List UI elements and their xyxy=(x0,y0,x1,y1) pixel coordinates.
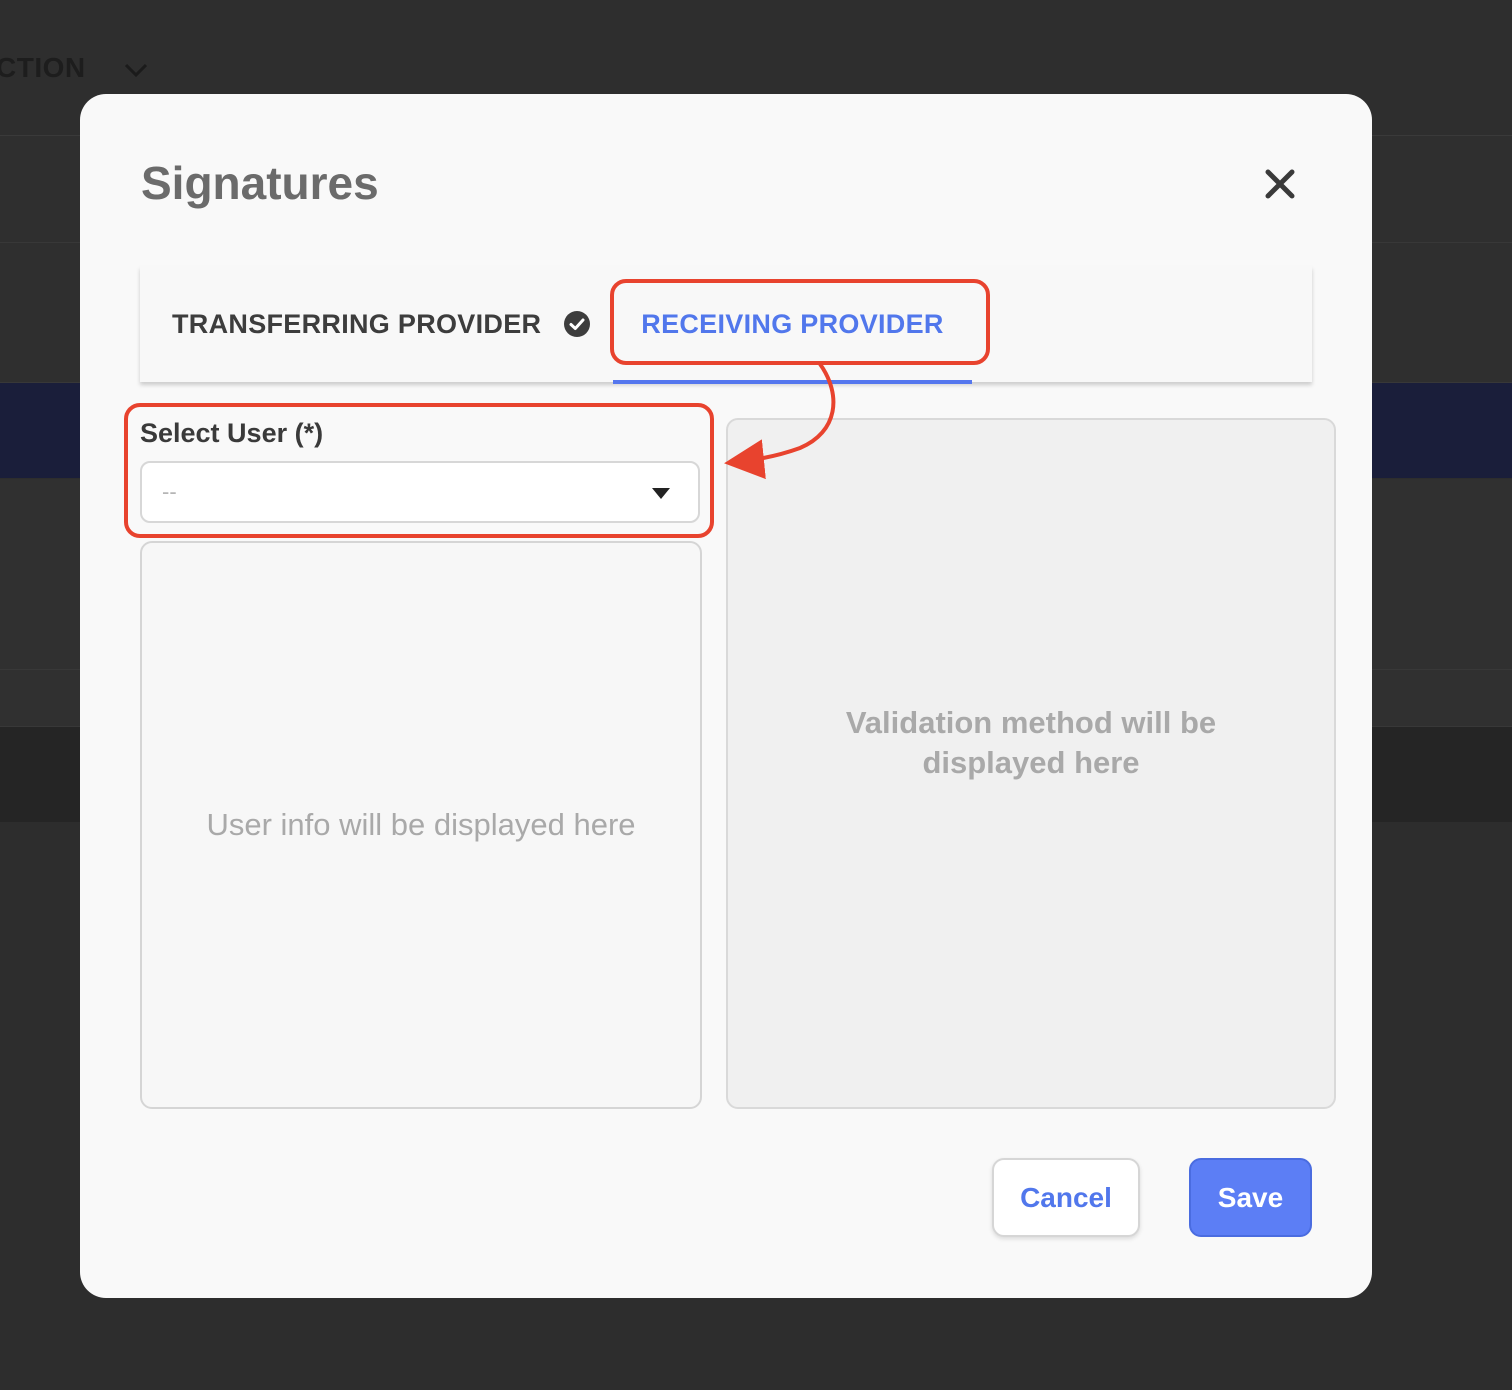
select-user-value: -- xyxy=(162,479,177,504)
chevron-down-icon xyxy=(124,58,148,82)
active-tab-indicator xyxy=(613,380,972,384)
tab-transferring-provider[interactable]: TRANSFERRING PROVIDER xyxy=(172,266,591,382)
caret-down-icon xyxy=(652,487,670,499)
modal-title: Signatures xyxy=(141,157,379,209)
select-user-dropdown[interactable]: -- xyxy=(140,461,700,523)
user-info-placeholder: User info will be displayed here xyxy=(206,807,636,842)
check-circle-icon xyxy=(563,310,591,338)
signatures-modal: Signatures TRANSFERRING PROVIDER RECEIVI… xyxy=(80,94,1372,1298)
close-button[interactable] xyxy=(1260,166,1300,206)
provider-tabs: TRANSFERRING PROVIDER RECEIVING PROVIDER xyxy=(140,266,1312,384)
tab-receiving-provider[interactable]: RECEIVING PROVIDER xyxy=(613,266,972,382)
validation-placeholder: Validation method will be displayed here xyxy=(845,704,1217,780)
tab-label: TRANSFERRING PROVIDER xyxy=(172,308,542,339)
background-header-label: CTION xyxy=(0,52,86,83)
cancel-button[interactable]: Cancel xyxy=(992,1158,1140,1237)
user-info-panel: User info will be displayed here xyxy=(140,541,702,1109)
save-button[interactable]: Save xyxy=(1189,1158,1312,1237)
validation-method-panel: Validation method will be displayed here xyxy=(726,418,1336,1109)
close-icon xyxy=(1265,169,1295,204)
tab-label: RECEIVING PROVIDER xyxy=(641,308,944,339)
select-user-label: Select User (*) xyxy=(140,418,324,448)
